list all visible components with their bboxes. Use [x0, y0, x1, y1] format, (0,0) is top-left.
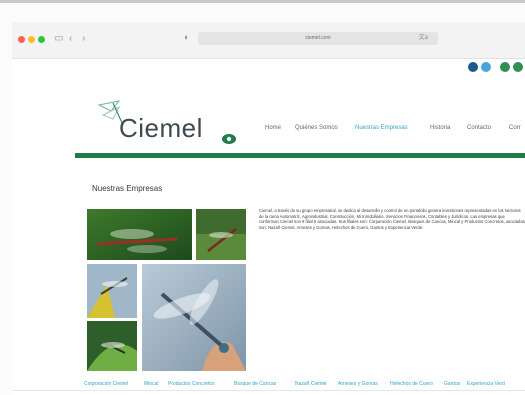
- dragonfly-photo-4: [87, 321, 137, 371]
- browser-toolbar: ▭ ‹ › ◐ ciemel.com 文a: [12, 22, 525, 59]
- web-page: Ciemel Home Quiénes Somos Nuestras Empre…: [12, 59, 525, 395]
- site-logo[interactable]: Ciemel: [89, 95, 249, 153]
- dragonfly-photo-3: [87, 264, 137, 318]
- address-bar[interactable]: ciemel.com 文a: [198, 32, 438, 45]
- url-text: ciemel.com: [305, 35, 331, 41]
- company-description: Ciemel, a través de su grupo empresarial…: [259, 208, 525, 230]
- header-divider: [75, 153, 525, 158]
- footer-link-gantos[interactable]: Gantos: [444, 381, 460, 387]
- forward-icon[interactable]: ›: [82, 32, 85, 46]
- footer-link-productos-concretos[interactable]: Productos Concretos: [168, 381, 215, 387]
- dragonfly-photo-5: [142, 264, 246, 371]
- shield-icon[interactable]: ◐: [184, 32, 189, 42]
- footer-link-arneses-y-gomas[interactable]: Arneses y Gomas: [338, 381, 378, 387]
- footer-link-experiencia-verde[interactable]: Experiencia Verd: [467, 381, 505, 387]
- nav-correo[interactable]: Corr: [509, 125, 521, 131]
- maximize-window-button[interactable]: [38, 36, 45, 43]
- nav-contacto[interactable]: Contacto: [467, 125, 491, 131]
- footer-link-mincal[interactable]: Mincal: [144, 381, 158, 387]
- footer-divider: [12, 390, 525, 391]
- page-heading: Nuestras Empresas: [92, 184, 163, 193]
- nav-historia[interactable]: Historia: [430, 125, 450, 131]
- close-window-button[interactable]: [18, 36, 25, 43]
- translate-icon[interactable]: 文a: [419, 32, 428, 45]
- screenshot-frame: ▭ ‹ › ◐ ciemel.com 文a Ciemel Home Quiéne…: [0, 0, 525, 395]
- footer-link-nazan-ciemel[interactable]: Nazañ Ciemel: [295, 381, 326, 387]
- social-icon-green-2[interactable]: [513, 62, 523, 72]
- twitter-icon[interactable]: [481, 62, 491, 72]
- back-icon[interactable]: ‹: [69, 32, 72, 46]
- social-icon-green[interactable]: [500, 62, 510, 72]
- top-edge: [0, 0, 525, 3]
- nav-nuestras-empresas[interactable]: Nuestras Empresas: [355, 125, 408, 131]
- nav-quienes-somos[interactable]: Quiénes Somos: [295, 125, 338, 131]
- dragonfly-photo-2: [196, 209, 246, 260]
- logo-text: Ciemel: [119, 113, 203, 143]
- footer-link-bosque-de-cancas[interactable]: Bosque de Cancas: [234, 381, 276, 387]
- dragonfly-photo-1: [87, 209, 192, 260]
- footer-link-helechos-de-cuero[interactable]: Helechos de Cuero: [390, 381, 433, 387]
- facebook-icon[interactable]: [468, 62, 478, 72]
- minimize-window-button[interactable]: [28, 36, 35, 43]
- sidebar-icon[interactable]: ▭: [54, 32, 63, 46]
- footer-link-corporacion-ciemel[interactable]: Corporación Ciemel: [84, 381, 128, 387]
- nav-home[interactable]: Home: [265, 125, 281, 131]
